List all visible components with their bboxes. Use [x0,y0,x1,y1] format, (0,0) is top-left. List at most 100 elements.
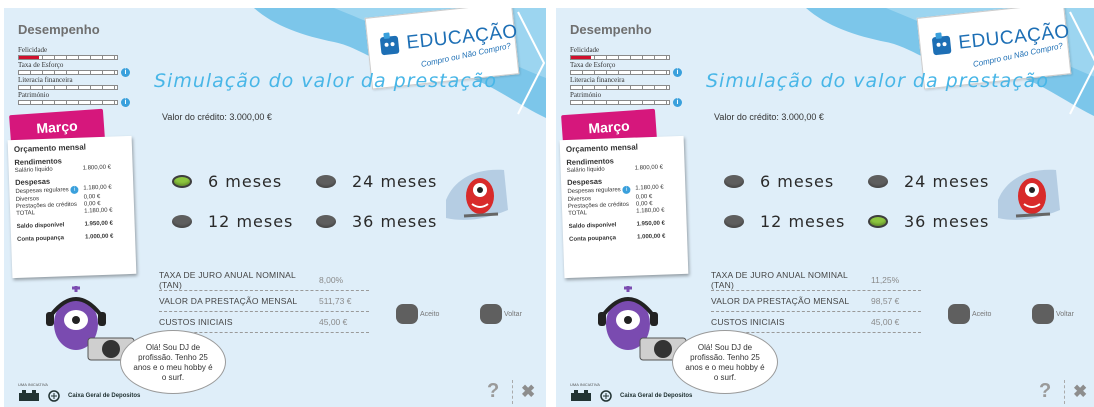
savings-label: Conta poupança [17,235,65,243]
university-logo-icon [571,390,591,401]
page-title: Simulação do valor da prestação [154,70,497,92]
option-24-meses[interactable]: 24 meses [868,172,989,191]
performance-metric: Literacia financeira [18,76,130,90]
university-logo-icon [19,390,39,401]
page-title: Simulação do valor da prestação [706,70,1049,92]
option-36-meses[interactable]: 36 meses [868,212,989,231]
budget-row-label: TOTAL [16,210,36,217]
simulation-table: TAXA DE JURO ANUAL NOMINAL (TAN) 8,00% V… [159,270,369,333]
accept-button-icon [948,304,970,324]
budget-row-value: 1.180,00 € [83,184,112,192]
option-12-meses[interactable]: 12 meses [724,212,845,231]
budget-row-label: Diversos [567,196,592,203]
performance-metric: Património i [18,91,130,107]
table-row: TAXA DE JURO ANUAL NOMINAL (TAN) 11,25% [711,270,921,291]
budget-row-label: Salário líquido [14,166,53,174]
help-icon[interactable]: ? [487,380,499,403]
radio-dot-icon [172,175,192,188]
back-button-icon [480,304,502,324]
close-icon[interactable]: ✖ [521,382,535,402]
metric-label: Literacia financeira [18,76,73,84]
sponsor-area: UMA INICIATIVA Caixa Geral de Depositos [18,382,140,402]
simulation-table: TAXA DE JURO ANUAL NOMINAL (TAN) 11,25% … [711,270,921,333]
budget-row-value: 1.180,00 € [635,184,664,192]
option-24-meses[interactable]: 24 meses [316,172,437,191]
sponsor-area: UMA INICIATIVA Caixa Geral de Depositos [570,382,692,402]
metric-label: Património [18,91,50,99]
budget-row-label: TOTAL [568,210,588,217]
performance-metric: Felicidade [18,46,130,60]
metric-bar [18,55,118,60]
radio-dot-icon [868,175,888,188]
radio-dot-icon [172,215,192,228]
budget-row-label: Diversos [15,196,40,203]
back-button[interactable]: Voltar [480,304,522,324]
radio-dot-icon [868,215,888,228]
budget-row-value: 1.800,00 € [82,164,112,172]
option-12-meses[interactable]: 12 meses [172,212,293,231]
radio-dot-icon [724,175,744,188]
budget-row-value: 1.800,00 € [634,164,664,172]
performance-metric: Literacia financeira [570,76,682,90]
radio-dot-icon [724,215,744,228]
performance-metric: Património i [570,91,682,107]
metric-bar [570,55,670,60]
credit-amount: Valor do crédito: 3.000,00 € [162,112,272,122]
budget-row-label: Salário líquido [566,166,605,174]
metric-label: Felicidade [18,46,48,54]
metric-bar [570,85,670,90]
info-icon[interactable]: i [673,98,682,107]
info-icon[interactable]: i [622,185,631,195]
metric-bar-fill [571,56,591,59]
performance-title: Desempenho [570,22,652,37]
accept-button-icon [396,304,418,324]
metric-bar [570,100,670,105]
metric-bar [18,70,118,75]
metric-bar [570,70,670,75]
cgd-logo-icon [48,390,60,402]
educacao-logo-icon [932,32,952,56]
savings-value: 1.000,00 € [84,233,114,241]
budget-title: Orçamento mensal [565,142,639,154]
credit-amount: Valor do crédito: 3.000,00 € [714,112,824,122]
info-icon[interactable]: i [70,185,79,195]
info-icon[interactable]: i [121,98,130,107]
metric-label: Literacia financeira [570,76,625,84]
performance-title: Desempenho [18,22,100,37]
savings-value: 1.000,00 € [636,233,666,241]
table-row: VALOR DA PRESTAÇÃO MENSAL 98,57 € [711,291,921,312]
game-screen-left: Desempenho Felicidade Taxa de Esforço i Lit… [4,8,546,407]
accept-button[interactable]: Aceito [396,304,439,324]
table-row: TAXA DE JURO ANUAL NOMINAL (TAN) 8,00% [159,270,369,291]
sponsor-label: UMA INICIATIVA [570,382,600,387]
metric-bar [18,100,118,105]
monthly-budget-card: Orçamento mensal Rendimentos Salário líq… [7,135,137,279]
close-icon[interactable]: ✖ [1073,382,1087,402]
back-button[interactable]: Voltar [1032,304,1074,324]
performance-metric: Taxa de Esforço i [570,61,682,77]
option-6-meses[interactable]: 6 meses [172,172,282,191]
radio-dot-icon [316,215,336,228]
educacao-logo-icon [380,32,400,56]
next-arrow-icon[interactable] [1068,8,1094,118]
sponsor-name: Caixa Geral de Depositos [68,393,141,399]
divider [1064,380,1065,404]
performance-metric: Taxa de Esforço i [18,61,130,77]
game-screen-right: Desempenho Felicidade Taxa de Esforço i Lit… [556,8,1094,407]
red-monster-illustration [998,169,1060,220]
metric-bar-fill [19,56,39,59]
red-monster-illustration [446,169,508,220]
monthly-budget-card: Orçamento mensal Rendimentos Salário líq… [559,135,689,279]
option-36-meses[interactable]: 36 meses [316,212,437,231]
option-6-meses[interactable]: 6 meses [724,172,834,191]
table-row: CUSTOS INICIAIS 45,00 € [159,312,369,333]
next-arrow-icon[interactable] [516,8,546,118]
savings-label: Conta poupança [569,235,617,243]
help-icon[interactable]: ? [1039,380,1051,403]
cgd-logo-icon [600,390,612,402]
metric-label: Taxa de Esforço [570,61,616,69]
metric-label: Património [570,91,602,99]
accept-button[interactable]: Aceito [948,304,991,324]
metric-label: Felicidade [570,46,600,54]
sponsor-name: Caixa Geral de Depositos [620,393,693,399]
